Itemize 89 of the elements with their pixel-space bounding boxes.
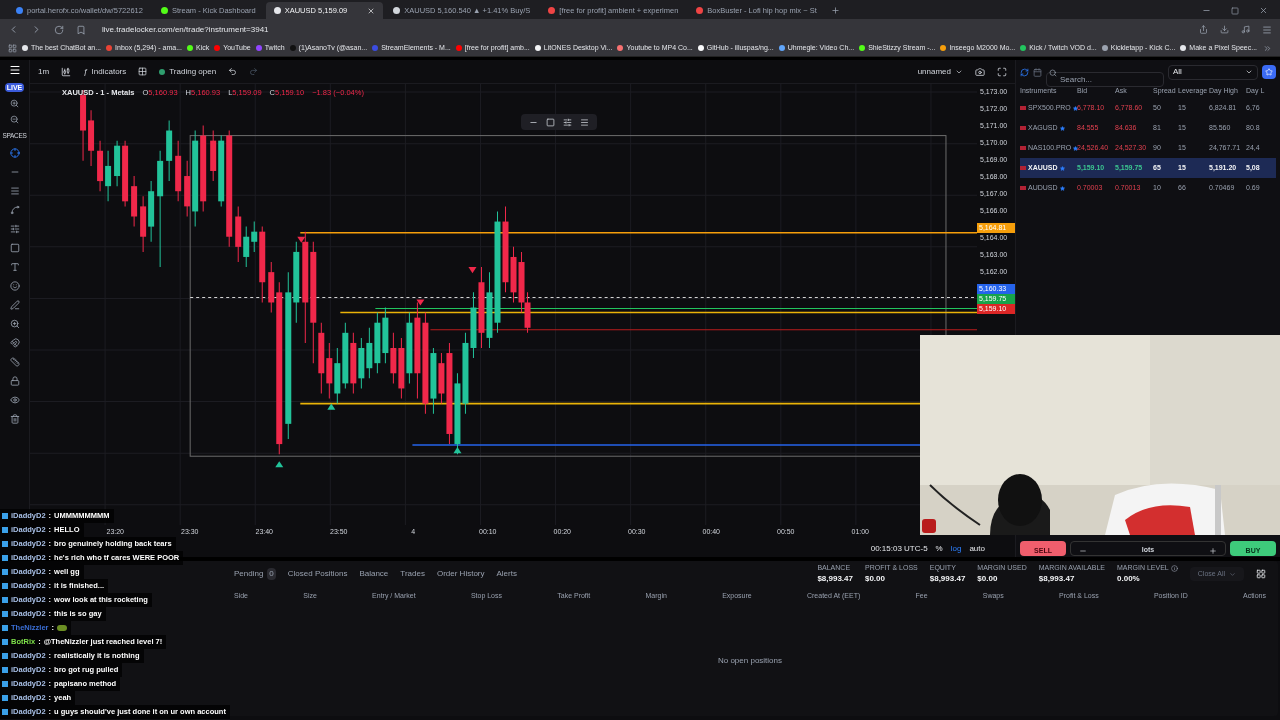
- scale-toggle[interactable]: log: [950, 542, 962, 555]
- magnet-icon[interactable]: [9, 337, 20, 348]
- panel-tab[interactable]: Pending 0: [234, 568, 276, 580]
- smiley-icon[interactable]: [9, 280, 20, 291]
- empty-message: No open positions: [717, 654, 782, 667]
- flag-icon: [1020, 146, 1026, 150]
- summary-value: $8,993.47: [1038, 573, 1076, 586]
- rectangle-tool-icon[interactable]: [546, 117, 555, 127]
- sliders-icon[interactable]: [9, 223, 20, 234]
- scale-toggle[interactable]: auto: [969, 542, 985, 555]
- crosshair-icon[interactable]: [9, 147, 20, 158]
- panel-tab[interactable]: Balance: [359, 568, 389, 580]
- ruler-icon[interactable]: [9, 356, 20, 367]
- candle: [175, 140, 182, 202]
- caret-icon: [1245, 68, 1253, 76]
- trade-marker-icon: [468, 267, 477, 274]
- screenshot-icon[interactable]: [975, 66, 985, 77]
- panel-tab[interactable]: Closed Positions: [287, 568, 348, 580]
- filter-dropdown[interactable]: All: [1168, 64, 1258, 80]
- download-icon[interactable]: [1220, 25, 1229, 34]
- star-icon: [1073, 145, 1079, 151]
- settings-icon[interactable]: [563, 117, 572, 127]
- flag-icon: [1020, 106, 1026, 110]
- star-icon: [1059, 165, 1065, 171]
- undo-icon[interactable]: [228, 67, 238, 76]
- summary-value: 0.00%: [1117, 573, 1141, 586]
- pen-icon[interactable]: [9, 299, 20, 310]
- favorites-button[interactable]: [1262, 65, 1276, 79]
- grid-icon[interactable]: [1256, 569, 1266, 579]
- flag-icon: [1020, 126, 1026, 130]
- trade-marker-icon: [327, 403, 336, 410]
- minus-icon[interactable]: [1079, 547, 1087, 555]
- lock-icon[interactable]: [9, 375, 20, 386]
- fullscreen-icon[interactable]: [997, 66, 1007, 77]
- share-icon[interactable]: [1199, 25, 1208, 34]
- search-field[interactable]: Search...: [1046, 71, 1164, 87]
- panel-tab[interactable]: Alerts: [496, 568, 517, 580]
- trade-marker-icon: [453, 447, 462, 454]
- info-icon: [1170, 564, 1178, 572]
- reload-icon[interactable]: [54, 24, 64, 35]
- scale-toggle[interactable]: %: [935, 542, 943, 555]
- panel-tab[interactable]: Trades: [400, 568, 425, 580]
- layout-dropdown[interactable]: unnamed: [917, 65, 963, 78]
- chart-type-icon[interactable]: [61, 66, 72, 77]
- curve-icon[interactable]: [9, 204, 20, 215]
- square-icon[interactable]: [9, 242, 20, 253]
- new-tab-icon[interactable]: [830, 6, 840, 15]
- lines-icon[interactable]: [580, 117, 589, 127]
- search-icon: [1049, 68, 1057, 77]
- star-icon: [1059, 185, 1065, 191]
- trade-marker-icon: [275, 461, 284, 468]
- summary-value: $8,993.47: [817, 573, 853, 586]
- clock-label: 00:15:03 UTC-5: [870, 542, 928, 555]
- templates-icon[interactable]: [138, 67, 148, 76]
- plus-icon[interactable]: [1209, 547, 1217, 555]
- maximize-icon[interactable]: [1231, 6, 1239, 15]
- close-icon[interactable]: [367, 6, 376, 15]
- text-icon[interactable]: [9, 261, 20, 272]
- flag-icon: [1020, 166, 1026, 170]
- eye-icon[interactable]: [9, 394, 20, 405]
- candle: [131, 175, 138, 228]
- refresh-icon[interactable]: [1020, 67, 1029, 77]
- trade-marker-icon: [297, 236, 306, 243]
- summary-value: $8,993.47: [929, 573, 966, 586]
- bookmark-icon[interactable]: [76, 24, 86, 35]
- apps-icon[interactable]: [8, 43, 17, 53]
- more-bookmarks-icon[interactable]: [1263, 43, 1272, 53]
- star-icon: [1265, 68, 1273, 76]
- candle: [166, 119, 173, 182]
- flag-icon: [1020, 186, 1026, 190]
- menu-icon[interactable]: [1262, 24, 1272, 35]
- trading-status: Trading open: [159, 65, 217, 78]
- zoom-icon[interactable]: [9, 318, 20, 329]
- zoom-out-icon[interactable]: [10, 115, 19, 124]
- music-icon[interactable]: [1241, 25, 1250, 34]
- trade-marker-icon: [416, 299, 425, 306]
- indicators-button[interactable]: ƒ Indicators: [83, 65, 127, 78]
- close-icon[interactable]: [1259, 6, 1268, 15]
- calendar-icon[interactable]: [1033, 67, 1042, 77]
- summary-value: $0.00: [977, 573, 999, 586]
- panel-tab[interactable]: Order History: [436, 568, 485, 580]
- emote-icon: [57, 625, 67, 631]
- trash-icon[interactable]: [9, 413, 20, 424]
- summary-value: $0.00: [864, 573, 886, 586]
- star-icon: [1072, 105, 1078, 111]
- zoom-in-icon[interactable]: [10, 99, 19, 108]
- caret-icon: [1229, 570, 1236, 578]
- star-icon: [1059, 125, 1065, 131]
- interval-button[interactable]: 1m: [38, 65, 50, 78]
